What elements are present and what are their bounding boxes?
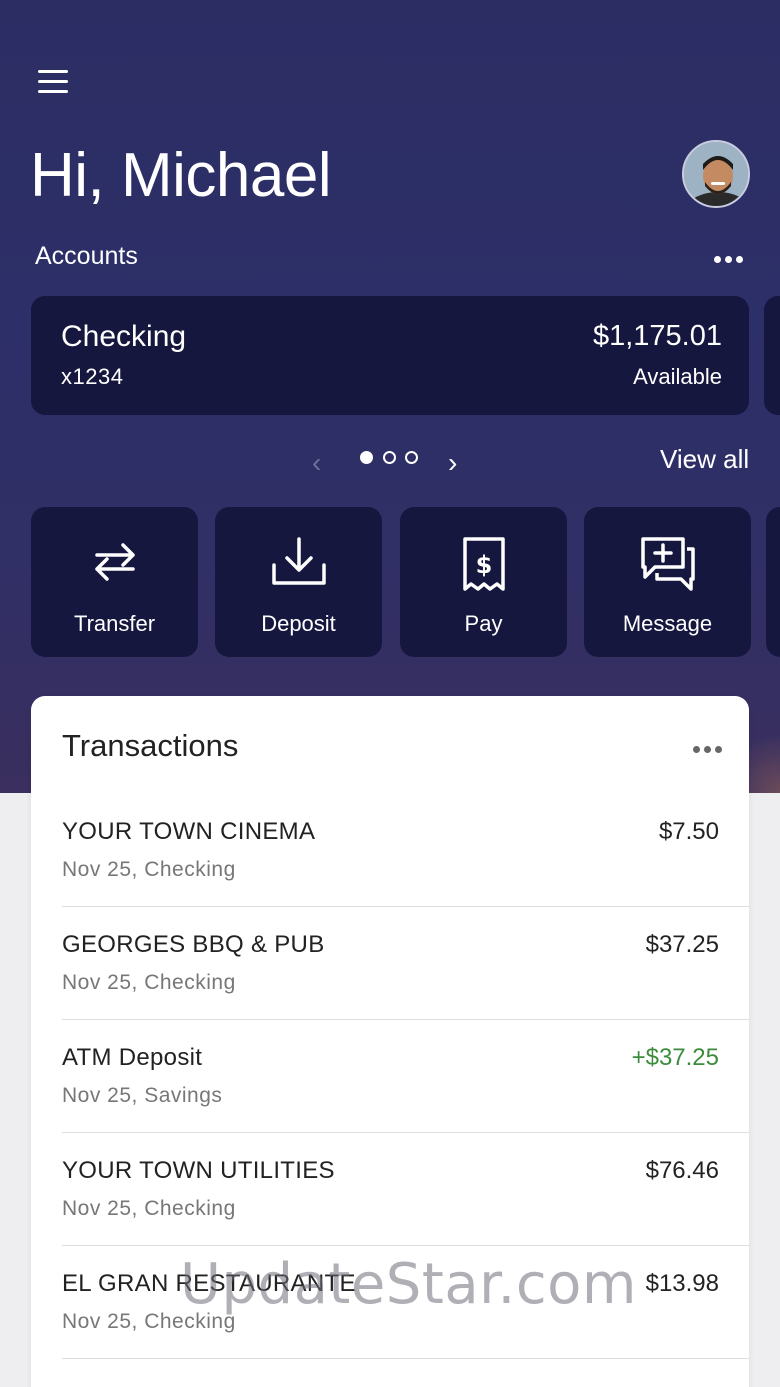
next-account-card[interactable]: [764, 296, 780, 415]
transaction-meta: Nov 25, Checking: [62, 1197, 236, 1220]
watermark: UpdateStar.com: [180, 1252, 637, 1317]
transactions-title: Transactions: [62, 728, 239, 763]
pager-dot-active[interactable]: [360, 451, 373, 464]
transfer-label: Transfer: [73, 611, 156, 636]
account-card-checking[interactable]: Checking x1234 $1,175.01 Available: [31, 296, 749, 415]
row-divider: [62, 1358, 749, 1359]
transaction-row[interactable]: YOUR TOWN CINEMA Nov 25, Checking $7.50: [31, 794, 749, 907]
transaction-meta: Nov 25, Savings: [62, 1084, 223, 1107]
svg-text:$: $: [475, 551, 492, 579]
transaction-merchant: GEORGES BBQ & PUB: [62, 931, 325, 958]
transaction-amount: $37.25: [645, 931, 719, 958]
deposit-label: Deposit: [261, 611, 336, 636]
account-number: x1234: [61, 364, 124, 389]
pager-dot[interactable]: [405, 451, 418, 464]
transaction-merchant: YOUR TOWN UTILITIES: [62, 1157, 335, 1184]
account-balance: $1,175.01: [592, 320, 722, 352]
transaction-amount: $76.46: [645, 1157, 719, 1184]
transaction-amount: $7.50: [658, 818, 719, 845]
pay-label: Pay: [464, 611, 503, 636]
message-button[interactable]: Message: [584, 507, 751, 657]
deposit-icon: [271, 537, 326, 585]
transaction-amount: $13.98: [645, 1270, 719, 1297]
pay-button[interactable]: $ Pay: [400, 507, 567, 657]
balance-label: Available: [633, 364, 722, 389]
transfer-button[interactable]: Transfer: [31, 507, 198, 657]
account-name: Checking: [61, 320, 187, 353]
chevron-right-icon[interactable]: ›: [448, 447, 457, 479]
more-actions-peek[interactable]: [766, 507, 780, 657]
chevron-left-icon[interactable]: ‹: [312, 447, 321, 479]
view-all-link[interactable]: View all: [660, 444, 749, 475]
pay-icon: $: [462, 537, 505, 591]
transaction-merchant: ATM Deposit: [62, 1044, 203, 1071]
transfer-icon: [94, 543, 135, 581]
transaction-row[interactable]: GEORGES BBQ & PUB Nov 25, Checking $37.2…: [31, 907, 749, 1020]
avatar[interactable]: [682, 140, 750, 208]
transaction-meta: Nov 25, Checking: [62, 971, 236, 994]
pager-dot[interactable]: [383, 451, 396, 464]
transactions-more-icon[interactable]: [693, 740, 727, 753]
transaction-merchant: YOUR TOWN CINEMA: [62, 818, 316, 845]
deposit-button[interactable]: Deposit: [215, 507, 382, 657]
transaction-amount-credit: +$37.25: [631, 1044, 719, 1071]
message-icon: [640, 537, 695, 591]
transaction-meta: Nov 25, Checking: [62, 858, 236, 881]
message-label: Message: [622, 611, 713, 636]
greeting-title: Hi, Michael: [30, 141, 332, 210]
transaction-row[interactable]: ATM Deposit Nov 25, Savings +$37.25: [31, 1020, 749, 1133]
accounts-more-icon[interactable]: [714, 250, 748, 263]
transaction-row[interactable]: YOUR TOWN UTILITIES Nov 25, Checking $76…: [31, 1133, 749, 1246]
hamburger-menu-icon[interactable]: [38, 70, 70, 96]
accounts-label: Accounts: [35, 242, 138, 270]
